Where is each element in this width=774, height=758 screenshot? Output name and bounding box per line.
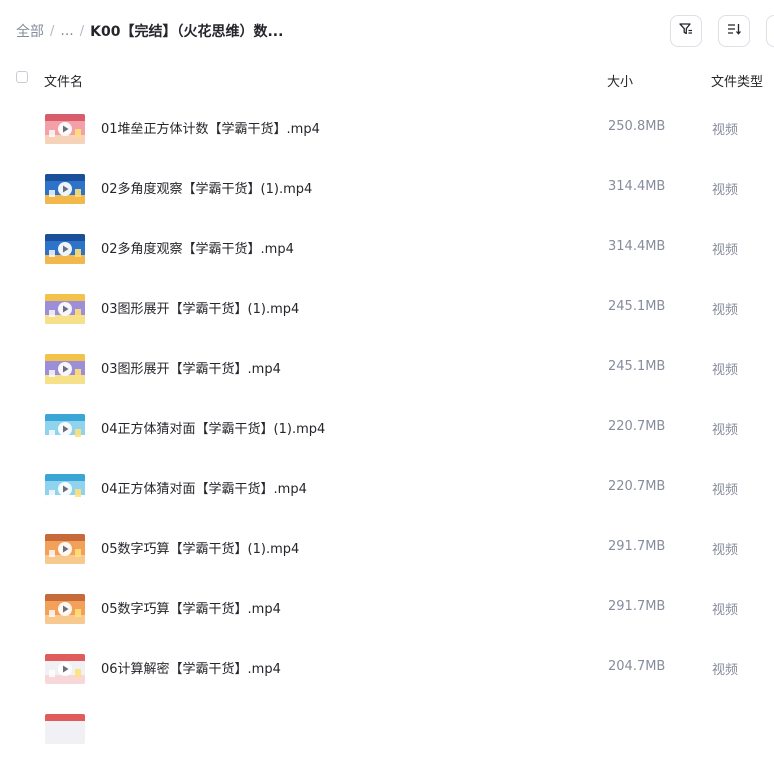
file-type: 视频 <box>712 123 739 138</box>
video-thumbnail[interactable] <box>45 174 85 204</box>
file-name[interactable]: 01堆垒正方体计数【学霸干货】.mp4 <box>101 118 320 137</box>
file-type: 视频 <box>712 663 739 678</box>
file-type: 视频 <box>712 303 739 318</box>
breadcrumb-separator: / <box>50 23 55 39</box>
video-thumbnail[interactable] <box>45 534 85 564</box>
breadcrumb: 全部 / ... / K00【完结】（火花思维）数... <box>16 20 283 42</box>
view-toggle-button[interactable] <box>766 15 774 47</box>
top-bar: 全部 / ... / K00【完结】（火花思维）数... <box>0 0 774 62</box>
file-name[interactable]: 03图形展开【学霸干货】(1).mp4 <box>101 298 299 317</box>
filter-icon <box>678 21 694 41</box>
table-row[interactable]: 03图形展开【学霸干货】.mp4 245.1MB 视频 <box>0 338 774 398</box>
file-type: 视频 <box>712 423 739 438</box>
table-row[interactable]: 03图形展开【学霸干货】(1).mp4 245.1MB 视频 <box>0 278 774 338</box>
video-thumbnail[interactable] <box>45 594 85 624</box>
table-row[interactable]: 02多角度观察【学霸干货】.mp4 314.4MB 视频 <box>0 218 774 278</box>
file-size: 314.4MB <box>608 239 666 254</box>
file-size: 220.7MB <box>608 479 666 494</box>
breadcrumb-current: K00【完结】（火花思维）数... <box>90 24 284 40</box>
table-row[interactable]: 05数字巧算【学霸干货】.mp4 291.7MB 视频 <box>0 578 774 638</box>
column-header-size[interactable]: 大小 <box>607 71 633 90</box>
file-size: 245.1MB <box>608 299 666 314</box>
file-name[interactable]: 04正方体猜对面【学霸干货】.mp4 <box>101 478 307 497</box>
file-size: 291.7MB <box>608 599 666 614</box>
video-thumbnail[interactable] <box>45 474 85 504</box>
file-name[interactable]: 06计算解密【学霸干货】.mp4 <box>101 658 281 677</box>
table-row[interactable]: 02多角度观察【学霸干货】(1).mp4 314.4MB 视频 <box>0 158 774 218</box>
file-type: 视频 <box>712 603 739 618</box>
file-type: 视频 <box>712 543 739 558</box>
select-all-checkbox[interactable] <box>16 71 28 83</box>
file-type: 视频 <box>712 483 739 498</box>
file-name[interactable]: 05数字巧算【学霸干货】(1).mp4 <box>101 538 299 557</box>
file-type: 视频 <box>712 363 739 378</box>
breadcrumb-root[interactable]: 全部 <box>16 21 44 41</box>
table-row-partial[interactable] <box>0 698 774 758</box>
breadcrumb-ellipsis[interactable]: ... <box>60 23 73 39</box>
file-name[interactable]: 04正方体猜对面【学霸干货】(1).mp4 <box>101 418 325 437</box>
video-thumbnail[interactable] <box>45 714 85 744</box>
file-size: 250.8MB <box>608 119 666 134</box>
sort-button[interactable] <box>718 15 750 47</box>
file-type: 视频 <box>712 183 739 198</box>
file-name[interactable]: 02多角度观察【学霸干货】(1).mp4 <box>101 178 312 197</box>
file-size: 204.7MB <box>608 659 666 674</box>
table-row[interactable]: 04正方体猜对面【学霸干货】(1).mp4 220.7MB 视频 <box>0 398 774 458</box>
breadcrumb-separator: / <box>79 23 85 39</box>
video-thumbnail[interactable] <box>45 414 85 444</box>
sort-icon <box>726 21 742 41</box>
file-size: 291.7MB <box>608 539 666 554</box>
file-size: 245.1MB <box>608 359 666 374</box>
table-header: 文件名 大小 文件类型 <box>0 62 774 96</box>
video-thumbnail[interactable] <box>45 354 85 384</box>
video-thumbnail[interactable] <box>45 234 85 264</box>
video-thumbnail[interactable] <box>45 654 85 684</box>
table-row[interactable]: 04正方体猜对面【学霸干货】.mp4 220.7MB 视频 <box>0 458 774 518</box>
table-row[interactable]: 01堆垒正方体计数【学霸干货】.mp4 250.8MB 视频 <box>0 98 774 158</box>
table-row[interactable]: 05数字巧算【学霸干货】(1).mp4 291.7MB 视频 <box>0 518 774 578</box>
filter-button[interactable] <box>670 15 702 47</box>
file-type: 视频 <box>712 243 739 258</box>
video-thumbnail[interactable] <box>45 294 85 324</box>
file-size: 314.4MB <box>608 179 666 194</box>
column-header-name[interactable]: 文件名 <box>44 71 83 90</box>
column-header-type[interactable]: 文件类型 <box>711 71 763 90</box>
file-size: 220.7MB <box>608 419 666 434</box>
file-name[interactable]: 03图形展开【学霸干货】.mp4 <box>101 358 281 377</box>
table-row[interactable]: 06计算解密【学霸干货】.mp4 204.7MB 视频 <box>0 638 774 698</box>
file-name[interactable]: 02多角度观察【学霸干货】.mp4 <box>101 238 294 257</box>
file-name[interactable]: 05数字巧算【学霸干货】.mp4 <box>101 598 281 617</box>
video-thumbnail[interactable] <box>45 114 85 144</box>
